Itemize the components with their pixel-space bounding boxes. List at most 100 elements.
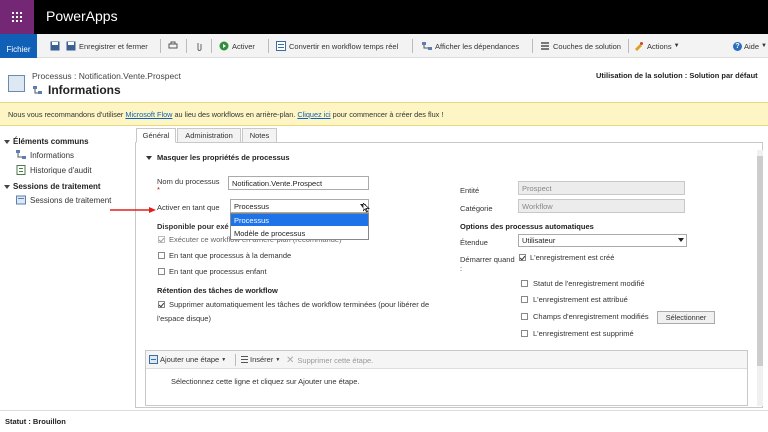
chevron-down-icon: ▼ bbox=[761, 43, 767, 49]
collapse-icon bbox=[4, 184, 10, 189]
scope-label: Étendue bbox=[460, 238, 488, 247]
auto-delete-label: Supprimer automatiquement les tâches de … bbox=[169, 300, 430, 309]
mouse-cursor-icon bbox=[363, 203, 370, 213]
start-when-label: Démarrer quand bbox=[460, 255, 515, 264]
available-label: Disponible pour exé bbox=[157, 222, 229, 231]
print-icon bbox=[168, 41, 178, 49]
option-modele-processus[interactable]: Modèle de processus bbox=[231, 227, 368, 239]
fields-changed-checkbox[interactable] bbox=[521, 313, 528, 320]
microsoft-flow-link[interactable]: Microsoft Flow bbox=[125, 110, 172, 119]
auto-options-title: Options des processus automatiques bbox=[460, 222, 594, 231]
convert-button[interactable]: Convertir en workflow temps réel bbox=[276, 38, 398, 54]
section-title: Masquer les propriétés de processus bbox=[157, 153, 290, 162]
add-step-button[interactable]: Ajouter une étape ▼ bbox=[149, 355, 226, 364]
save-close-icon bbox=[66, 41, 76, 51]
process-name-field[interactable]: Notification.Vente.Prospect bbox=[228, 176, 369, 190]
flow-recommendation-banner: Nous vous recommandons d'utiliser Micros… bbox=[0, 102, 768, 126]
assigned-checkbox[interactable] bbox=[521, 296, 528, 303]
nav-section-sessions[interactable]: Sessions de traitement bbox=[4, 182, 101, 191]
help-icon: ? bbox=[733, 41, 742, 51]
app-launcher-button[interactable] bbox=[0, 0, 34, 34]
delete-step-label: Supprimer cette étape. bbox=[297, 356, 374, 365]
activate-as-label: Activer en tant que bbox=[157, 203, 220, 212]
print-button[interactable] bbox=[168, 38, 181, 54]
actions-menu[interactable]: Actions ▼ bbox=[634, 38, 680, 54]
delete-step-button[interactable]: ✕ Supprimer cette étape. bbox=[286, 355, 373, 366]
dependencies-button[interactable]: Afficher les dépendances bbox=[422, 38, 519, 54]
on-demand-checkbox[interactable] bbox=[158, 252, 165, 259]
convert-label: Convertir en workflow temps réel bbox=[289, 41, 399, 51]
retention-title: Rétention des tâches de workflow bbox=[157, 286, 278, 295]
chevron-down-icon: ▼ bbox=[673, 43, 680, 49]
category-field: Workflow bbox=[518, 199, 685, 213]
nav-section-common[interactable]: Éléments communs bbox=[4, 137, 89, 146]
layers-icon bbox=[541, 42, 549, 50]
add-step-icon bbox=[149, 355, 158, 364]
select-fields-button[interactable]: Sélectionner bbox=[657, 311, 715, 324]
tab-notes[interactable]: Notes bbox=[242, 128, 277, 143]
status-changed-label: Statut de l'enregistrement modifié bbox=[533, 279, 645, 288]
app-name: PowerApps bbox=[46, 8, 118, 24]
annotation-arrow-icon bbox=[110, 207, 156, 213]
ribbon-separator bbox=[628, 39, 629, 53]
nav-item-label: Informations bbox=[30, 150, 75, 160]
on-demand-label: En tant que processus à la demande bbox=[169, 251, 292, 260]
dependencies-label: Afficher les dépendances bbox=[435, 41, 520, 51]
info-page-icon bbox=[33, 86, 42, 94]
audit-history-icon bbox=[16, 165, 26, 175]
status-changed-checkbox[interactable] bbox=[521, 280, 528, 287]
steps-toolbar bbox=[146, 351, 747, 369]
add-step-hint[interactable]: Sélectionnez cette ligne et cliquez sur … bbox=[171, 377, 359, 386]
section-toggle[interactable]: Masquer les propriétés de processus bbox=[146, 153, 290, 162]
insert-button[interactable]: Insérer ▼ bbox=[240, 355, 280, 364]
option-processus[interactable]: Processus bbox=[231, 214, 368, 226]
attach-button[interactable] bbox=[194, 38, 207, 54]
nav-section-label: Éléments communs bbox=[13, 137, 89, 146]
child-process-checkbox[interactable] bbox=[158, 268, 165, 275]
click-here-link[interactable]: Cliquez ici bbox=[297, 110, 330, 119]
nav-item-label: Historique d'audit bbox=[30, 165, 92, 175]
save-close-button[interactable]: Enregistrer et fermer bbox=[66, 38, 148, 54]
save-icon-button[interactable] bbox=[50, 38, 63, 54]
start-when-colon: : bbox=[460, 264, 463, 273]
layers-button[interactable]: Couches de solution bbox=[540, 38, 621, 54]
tab-administration[interactable]: Administration bbox=[177, 128, 241, 143]
form-scrollbar-thumb[interactable] bbox=[757, 156, 763, 366]
nav-item-audit[interactable]: Historique d'audit bbox=[16, 165, 92, 175]
nav-item-informations[interactable]: Informations bbox=[16, 150, 74, 160]
activate-button[interactable]: Activer bbox=[219, 38, 255, 54]
scope-select[interactable]: Utilisateur bbox=[518, 234, 687, 247]
deleted-label: L'enregistrement est supprimé bbox=[533, 329, 634, 338]
notice-text-3: pour commencer à créer des flux ! bbox=[330, 109, 444, 119]
run-background-checkbox[interactable] bbox=[158, 236, 165, 243]
paperclip-icon bbox=[197, 43, 202, 51]
ribbon-separator bbox=[211, 39, 212, 53]
created-checkbox[interactable] bbox=[519, 254, 526, 261]
entity-label: Entité bbox=[460, 186, 480, 195]
convert-icon bbox=[276, 41, 286, 51]
child-process-label: En tant que processus enfant bbox=[169, 267, 267, 276]
ribbon-separator bbox=[412, 39, 413, 53]
collapse-icon bbox=[146, 155, 152, 160]
notice-text-1: Nous vous recommandons d'utiliser bbox=[8, 109, 126, 119]
nav-item-label: Sessions de traitement bbox=[30, 195, 112, 205]
notice-text-2: au lieu des workflows en arrière-plan. bbox=[172, 109, 298, 119]
chevron-down-icon bbox=[678, 238, 684, 242]
tab-general[interactable]: Général bbox=[136, 128, 176, 143]
activate-as-select[interactable]: Processus bbox=[230, 199, 369, 213]
ribbon-separator bbox=[532, 39, 533, 53]
toolbar-separator bbox=[235, 354, 236, 366]
actions-label: Actions bbox=[647, 41, 672, 51]
category-label: Catégorie bbox=[460, 204, 493, 213]
nav-item-sessions[interactable]: Sessions de traitement bbox=[16, 195, 111, 205]
ribbon-separator bbox=[160, 39, 161, 53]
entity-field: Prospect bbox=[518, 181, 685, 195]
deleted-checkbox[interactable] bbox=[521, 330, 528, 337]
help-menu[interactable]: ? Aide ▼ bbox=[733, 38, 767, 54]
ribbon-separator bbox=[186, 39, 187, 53]
file-button[interactable]: Fichier bbox=[0, 34, 37, 58]
informations-icon bbox=[16, 150, 26, 159]
auto-delete-checkbox[interactable] bbox=[158, 301, 165, 308]
insert-icon bbox=[241, 356, 248, 363]
required-marker: * bbox=[157, 185, 160, 194]
